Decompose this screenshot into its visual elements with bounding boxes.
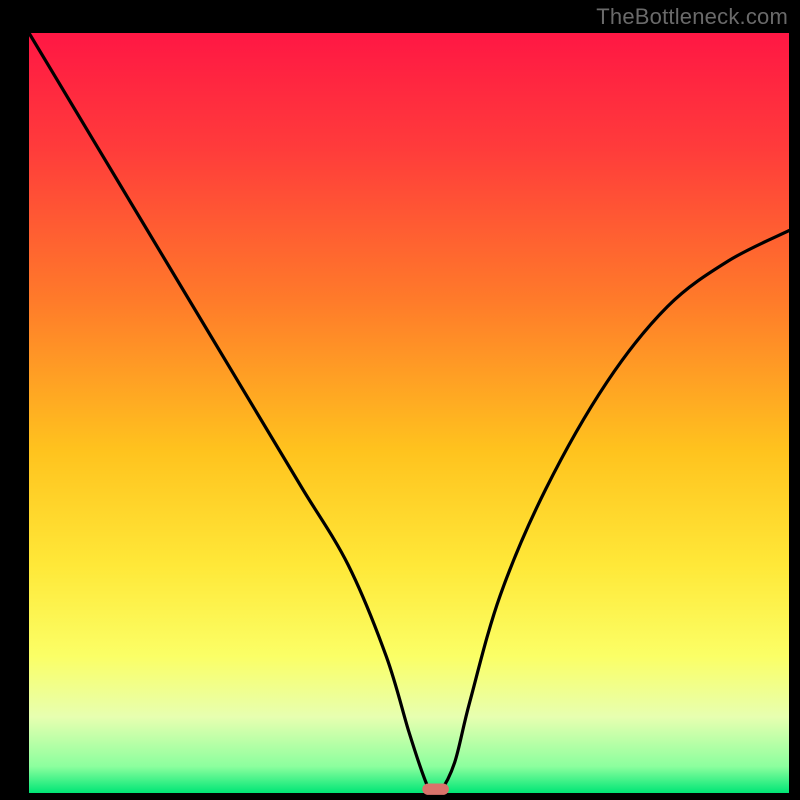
watermark-text: TheBottleneck.com bbox=[596, 4, 788, 30]
chart-frame: { "watermark": "TheBottleneck.com", "cha… bbox=[0, 0, 800, 800]
chart-svg bbox=[0, 0, 800, 800]
optimal-marker bbox=[422, 784, 449, 795]
plot-background bbox=[29, 33, 789, 793]
